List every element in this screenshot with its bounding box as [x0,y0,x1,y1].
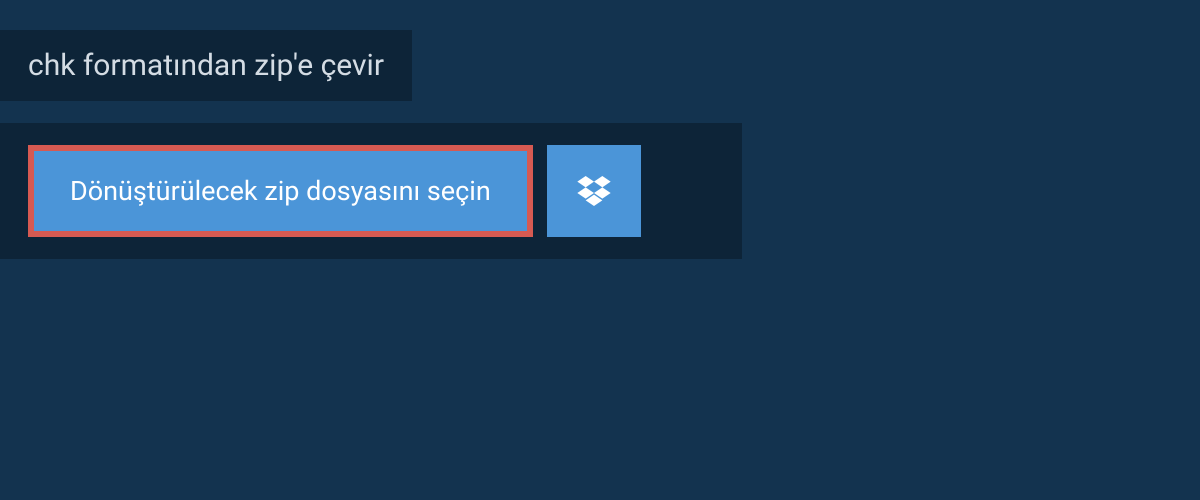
choose-file-button[interactable]: Dönüştürülecek zip dosyasını seçin [28,145,533,237]
dropbox-button[interactable] [547,145,641,237]
choose-file-label: Dönüştürülecek zip dosyasını seçin [70,175,491,207]
dropbox-icon [577,176,611,206]
page-title: chk formatından zip'e çevir [28,48,384,83]
upload-panel: Dönüştürülecek zip dosyasını seçin [0,123,742,259]
upload-row: Dönüştürülecek zip dosyasını seçin [28,145,714,237]
header-tab: chk formatından zip'e çevir [0,30,412,101]
